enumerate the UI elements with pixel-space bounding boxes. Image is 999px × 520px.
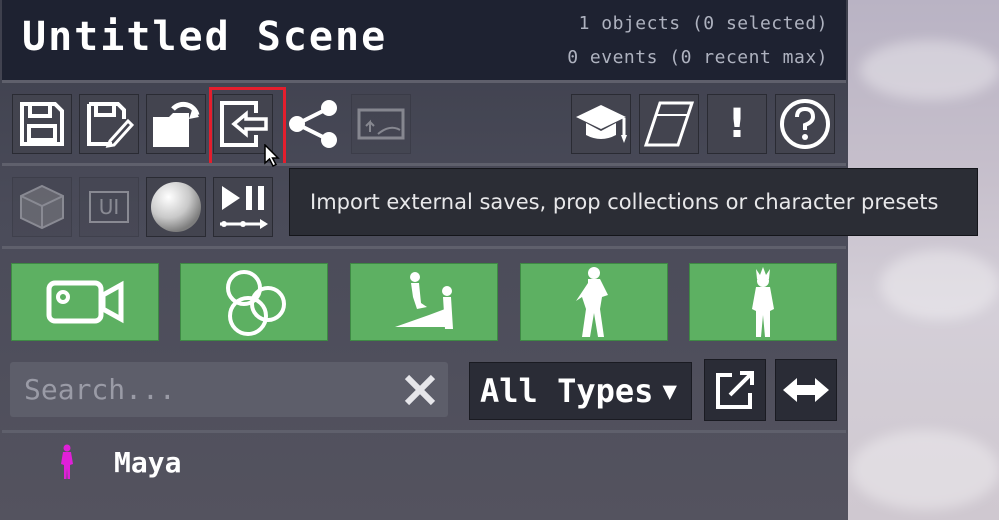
add-creature-button[interactable]	[689, 263, 837, 341]
clear-search-button[interactable]	[400, 370, 440, 410]
horizontal-arrows-icon	[783, 378, 829, 402]
layout-button[interactable]	[639, 94, 699, 154]
female-silhouette-icon	[576, 267, 608, 337]
animation-button[interactable]	[213, 177, 273, 237]
add-female-button[interactable]	[520, 263, 668, 341]
divider	[2, 163, 846, 166]
cube-button[interactable]	[12, 177, 72, 237]
screenshot-button[interactable]	[351, 94, 411, 154]
save-button[interactable]	[12, 94, 72, 154]
objects-stat: 1 objects (0 selected)	[578, 13, 828, 34]
circles-icon	[226, 270, 286, 336]
exclamation-icon: !	[727, 101, 747, 147]
resize-button[interactable]	[775, 359, 837, 421]
mouse-cursor-icon	[264, 144, 280, 168]
cube-frame-icon	[643, 101, 695, 147]
save-as-icon	[87, 102, 134, 148]
camera-icon	[46, 280, 124, 324]
tooltip-text: Import external saves, prop collections …	[310, 190, 939, 214]
add-shape-button[interactable]	[180, 263, 328, 341]
sphere-button[interactable]	[146, 177, 206, 237]
search-box	[10, 362, 448, 417]
scene-header: Untitled Scene 1 objects (0 selected) 0 …	[2, 0, 846, 80]
add-camera-button[interactable]	[11, 263, 159, 341]
list-item[interactable]: Maya	[60, 440, 181, 484]
help-button[interactable]	[775, 94, 835, 154]
cube-icon	[20, 184, 64, 230]
tutorial-button[interactable]	[571, 94, 631, 154]
add-pose-button[interactable]	[350, 263, 498, 341]
open-folder-icon	[153, 101, 200, 147]
type-filter-dropdown[interactable]: All Types ▼	[469, 362, 692, 420]
creature-silhouette-icon	[752, 267, 774, 337]
help-icon	[780, 99, 830, 149]
chevron-down-icon: ▼	[662, 377, 677, 405]
graduation-cap-icon	[576, 105, 627, 143]
ui-icon: UI	[88, 191, 130, 223]
alert-button[interactable]: !	[707, 94, 767, 154]
share-button[interactable]	[283, 94, 343, 154]
events-stat: 0 events (0 recent max)	[567, 47, 828, 68]
couple-pose-icon	[395, 272, 453, 329]
scene-panel: Untitled Scene 1 objects (0 selected) 0 …	[0, 0, 848, 520]
save-icon	[20, 102, 64, 146]
external-link-icon	[716, 371, 754, 409]
divider	[2, 246, 846, 249]
open-button[interactable]	[146, 94, 206, 154]
popout-button[interactable]	[704, 359, 766, 421]
divider	[2, 80, 846, 83]
tooltip: Import external saves, prop collections …	[289, 168, 978, 236]
sphere-icon	[151, 182, 201, 232]
image-icon	[357, 108, 405, 140]
type-filter-value: All Types	[480, 372, 654, 410]
play-pause-icon	[220, 186, 268, 229]
share-icon	[289, 100, 337, 148]
scene-title: Untitled Scene	[22, 14, 388, 60]
close-icon	[404, 374, 436, 406]
save-as-button[interactable]	[79, 94, 139, 154]
list-item-label: Maya	[114, 445, 182, 479]
divider	[2, 430, 846, 433]
ui-button[interactable]: UI	[79, 177, 139, 237]
search-input[interactable]	[24, 374, 384, 404]
character-icon	[61, 444, 73, 479]
